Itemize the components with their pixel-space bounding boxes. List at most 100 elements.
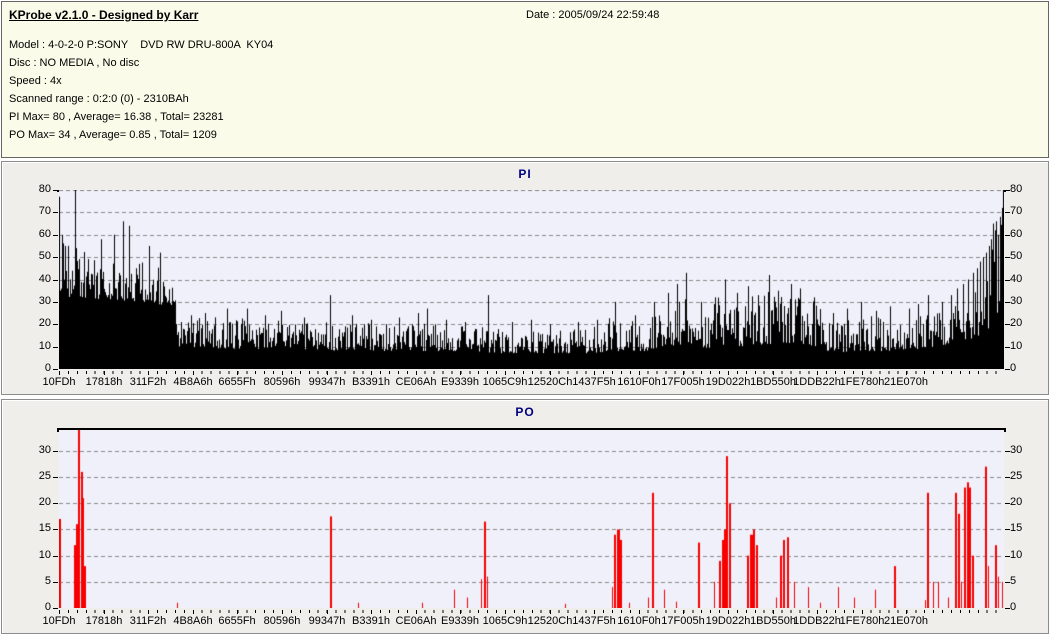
y-axis-tick [1005,369,1010,370]
x-axis-major-tick [906,610,907,614]
x-axis-major-tick [683,371,684,375]
x-axis-major-tick [371,610,372,614]
x-axis-major-tick [594,371,595,375]
y-axis-tick-label: 20 [38,317,51,330]
y-axis-tick-label: 40 [38,272,51,285]
y-axis-tick-label: 80 [1010,183,1023,195]
y-axis-tick [53,477,58,478]
x-axis-major-tick [817,610,818,614]
y-axis-tick [53,451,58,452]
y-axis-tick [53,556,58,557]
y-axis-tick-label: 10 [1010,339,1023,352]
speed-line: Speed : 4x [9,75,62,87]
x-axis-major-tick [327,610,328,614]
pi-plot-area [57,190,1006,369]
y-axis-tick [53,235,58,236]
x-axis-major-tick [550,610,551,614]
y-axis-tick-label: 10 [38,339,51,352]
y-axis-tick [1005,608,1010,609]
y-axis-tick [53,347,58,348]
x-axis-major-tick [193,610,194,614]
x-axis-major-tick [862,371,863,375]
y-axis-tick-label: 70 [38,205,51,218]
x-axis-major-tick [728,610,729,614]
y-axis-tick-label: 30 [38,443,51,456]
x-axis-major-tick [416,610,417,614]
y-axis-tick [1005,235,1010,236]
y-axis-tick-label: 0 [44,362,51,374]
x-axis-major-tick [104,371,105,375]
x-axis-tick-label: 21E070h [883,376,929,388]
y-axis-tick [1005,257,1010,258]
y-axis-tick [53,302,58,303]
x-axis-major-tick [193,371,194,375]
x-axis-major-tick [371,371,372,375]
y-axis-tick-label: 80 [38,183,51,195]
scanned-range-line: Scanned range : 0:2:0 (0) - 2310BAh [9,93,189,105]
y-axis-tick-label: 5 [44,574,51,587]
x-axis-major-tick [505,371,506,375]
y-axis-tick-label: 10 [38,548,51,561]
y-axis-tick [1005,477,1010,478]
date-label: Date : 2005/09/24 22:59:48 [526,9,660,21]
y-axis-tick [1005,190,1010,191]
y-axis-tick-label: 10 [1010,548,1023,561]
y-axis-tick [53,369,58,370]
y-axis-tick-label: 20 [1010,317,1023,330]
pi-chart-title: PI [518,167,532,181]
y-axis-tick-label: 15 [1010,522,1023,535]
po-chart-panel: PO 0 0 5 5 10 10 15 15 20 20 25 25 30 30 10FDh 17818h 31… [1,399,1049,634]
x-axis-major-tick [59,610,60,614]
y-axis-tick-label: 20 [38,496,51,509]
po-chart-title: PO [515,405,535,419]
y-axis-tick-label: 30 [1010,294,1023,307]
po-chart-canvas [59,430,1004,608]
model-line: Model : 4-0-2-0 P:SONY DVD RW DRU-800A K… [9,39,274,51]
x-axis-major-tick [282,371,283,375]
x-axis-major-tick [282,610,283,614]
y-axis-tick-label: 0 [44,601,51,613]
y-axis-tick-label: 5 [1010,574,1017,587]
x-axis-major-tick [728,371,729,375]
y-axis-tick-label: 0 [1010,601,1017,613]
y-axis-tick-label: 40 [1010,272,1023,285]
x-axis-major-tick [906,371,907,375]
y-axis-tick-label: 20 [1010,496,1023,509]
x-axis-major-tick [639,371,640,375]
y-axis-tick [1005,451,1010,452]
app-title: KProbe v2.1.0 - Designed by Karr [9,8,199,22]
y-axis-tick [53,582,58,583]
x-axis-major-tick [148,371,149,375]
x-axis-major-tick [148,610,149,614]
y-axis-tick-label: 50 [1010,250,1023,263]
y-axis-tick [1005,324,1010,325]
x-axis-major-tick [237,371,238,375]
y-axis-tick-label: 25 [1010,470,1023,483]
pi-summary-line: PI Max= 80 , Average= 16.38 , Total= 232… [9,111,224,123]
x-axis-major-tick [416,371,417,375]
po-summary-line: PO Max= 34 , Average= 0.85 , Total= 1209 [9,129,217,141]
x-axis-major-tick [639,610,640,614]
x-axis-major-tick [817,371,818,375]
y-axis-tick [1005,503,1010,504]
x-axis-major-tick [59,371,60,375]
y-axis-tick-label: 15 [38,522,51,535]
header-panel: KProbe v2.1.0 - Designed by Karr Date : … [1,1,1049,158]
x-axis-major-tick [683,610,684,614]
y-axis-tick-label: 30 [1010,443,1023,456]
y-axis-tick-label: 0 [1010,362,1017,374]
y-axis-tick [53,190,58,191]
y-axis-tick-label: 30 [38,294,51,307]
y-axis-tick [53,529,58,530]
y-axis-tick [1005,556,1010,557]
disc-line: Disc : NO MEDIA , No disc [9,57,140,69]
pi-chart-canvas [59,190,1004,369]
x-axis-major-tick [594,610,595,614]
y-axis-tick [53,503,58,504]
x-axis-major-tick [460,610,461,614]
kprobe-window: KProbe v2.1.0 - Designed by Karr Date : … [0,0,1052,636]
x-axis-major-tick [237,610,238,614]
y-axis-tick [1005,212,1010,213]
po-plot-area [57,428,1006,608]
y-axis-tick [1005,302,1010,303]
